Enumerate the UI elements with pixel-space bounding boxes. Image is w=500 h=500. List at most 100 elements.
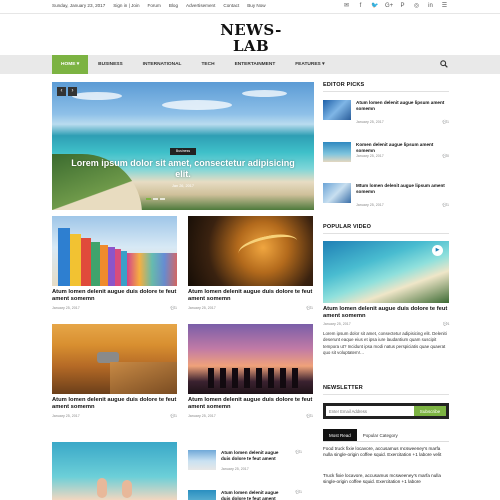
article-date: January 25, 2017 [52, 305, 80, 310]
article-card[interactable]: Atum lomen delenit augue duis dolore te … [188, 216, 313, 310]
comment-count[interactable]: 💬1 [171, 306, 177, 310]
section-heading: EDITOR PICKS [323, 82, 449, 92]
tab-most-read[interactable]: Most Read [323, 429, 357, 441]
slider-next-button[interactable]: › [68, 87, 77, 96]
slider-dot[interactable] [146, 198, 151, 200]
facebook-icon[interactable]: f [357, 2, 364, 10]
advertisement-link[interactable]: Advertisement [186, 3, 215, 8]
hut-shape [70, 234, 81, 286]
editor-pick-item[interactable]: Mtum lomen delenit augue lipsum ament so… [323, 183, 449, 213]
moai-sunset-image[interactable] [188, 324, 313, 394]
contact-link[interactable]: Contact [223, 3, 239, 8]
email-field[interactable] [326, 406, 414, 416]
post-thumbnail[interactable] [188, 490, 216, 500]
linkedin-icon[interactable]: in [427, 2, 434, 10]
nav-item-tech[interactable]: TECH [192, 55, 225, 74]
nav-item-international[interactable]: INTERNATIONAL [133, 55, 192, 74]
subscribe-button[interactable]: Subscribe [414, 406, 446, 416]
article-meta: January 25, 2017 💬1 [188, 414, 313, 418]
google-plus-icon[interactable]: G+ [385, 2, 393, 10]
comment-count[interactable]: 💬1 [307, 306, 313, 310]
site-logo[interactable]: NEWS-LAB PROFESSIONAL MAGAZINE TEMPLATE [211, 22, 291, 63]
pick-date: January 25, 2017 [356, 203, 384, 207]
comment-count[interactable]: 💬1 [296, 450, 302, 454]
article-title[interactable]: Atum lomen delenit augue duis dolore te … [52, 289, 177, 304]
newsletter-form: Subscribe [323, 403, 449, 419]
small-post[interactable]: Atum lomen delenit augue duis dolore te … [188, 490, 314, 500]
pick-title[interactable]: Mtum lomen delenit augue lipsum ament so… [356, 183, 449, 194]
pick-title[interactable]: Atum lomen delenit augue lipsum ament so… [356, 100, 449, 111]
comment-number: 0 [447, 154, 449, 158]
article-title[interactable]: Atum lomen delenit augue duis dolore te … [52, 397, 177, 412]
post-title[interactable]: Atum lomen delenit augue duis dolore te … [221, 450, 287, 461]
editor-pick-item[interactable]: Komen delenit augue lipsum ament somemn … [323, 142, 449, 172]
signin-link[interactable]: Sign in | Join [113, 3, 139, 8]
nav-item-home[interactable]: HOME ▾ [52, 55, 89, 74]
blog-link[interactable]: Blog [169, 3, 178, 8]
popular-video-section: POPULAR VIDEO [323, 224, 449, 234]
comment-count[interactable]: 💬1 [307, 414, 313, 418]
hero-title[interactable]: Lorem ipsum dolor sit amet, consectetur … [70, 158, 296, 180]
pick-thumbnail[interactable] [323, 142, 351, 162]
post-title[interactable]: Atum lomen delenit augue duis dolore te … [221, 490, 287, 500]
guitar-image[interactable] [188, 216, 313, 286]
comment-count[interactable]: 💬0 [443, 154, 449, 158]
comment-number: 1 [311, 305, 313, 310]
cloud-shape [72, 92, 122, 100]
tab-popular-category[interactable]: Popular Category [357, 429, 404, 441]
comment-count[interactable]: 💬1 [171, 414, 177, 418]
comment-number: 1 [447, 322, 450, 326]
slider-prev-button[interactable]: ‹ [57, 87, 66, 96]
twitter-icon[interactable]: 🐦 [371, 2, 378, 10]
envelope-icon[interactable]: ✉ [343, 2, 350, 10]
small-post[interactable]: Atum lomen delenit augue duis dolore te … [188, 450, 314, 477]
slider-dot[interactable] [153, 198, 158, 200]
editor-pick-item[interactable]: Atum lomen delenit augue lipsum ament so… [323, 100, 449, 130]
forum-link[interactable]: Forum [148, 3, 161, 8]
article-card[interactable]: Atum lomen delenit augue duis dolore te … [52, 216, 177, 310]
desert-car-image[interactable] [52, 324, 177, 394]
comment-count[interactable]: 💬1 [443, 322, 449, 326]
tab-post[interactable]: Food truck fixie locavore, accusamus mcs… [323, 446, 449, 458]
feet-beach-image[interactable] [52, 442, 177, 500]
play-icon[interactable]: ▶ [432, 245, 443, 256]
beach-huts-image[interactable] [52, 216, 177, 286]
article-date: January 25, 2017 [188, 305, 216, 310]
hero-slider[interactable]: ‹ › Business Lorem ipsum dolor sit amet,… [52, 82, 314, 210]
video-date: January 25, 2017 [323, 322, 351, 326]
video-title[interactable]: Atum lomen delenit augue duis dolore te … [323, 306, 449, 320]
pick-title[interactable]: Komen delenit augue lipsum ament somemn [356, 142, 449, 153]
search-icon[interactable] [440, 60, 448, 68]
post-thumbnail[interactable] [188, 450, 216, 470]
article-card[interactable]: Atum lomen delenit augue duis dolore te … [52, 324, 177, 418]
slider-arrows: ‹ › [57, 87, 77, 96]
instagram-icon[interactable]: ◎ [413, 2, 420, 10]
article-title[interactable]: Atum lomen delenit augue duis dolore te … [188, 289, 313, 304]
pick-thumbnail[interactable] [323, 100, 351, 120]
editor-picks-section: EDITOR PICKS [323, 82, 449, 92]
buy-now-link[interactable]: Buy Now [247, 3, 265, 8]
comment-number: 1 [175, 413, 177, 418]
foot-shape [97, 478, 107, 498]
hut-shape [127, 253, 177, 286]
video-thumbnail[interactable]: ▶ [323, 241, 449, 303]
rss-icon[interactable]: ☰ [441, 2, 448, 10]
nav-item-features[interactable]: FEATURES ▾ [285, 55, 334, 74]
comment-count[interactable]: 💬1 [443, 120, 449, 124]
top-bar: Sunday, January 23, 2017 Sign in | Join … [0, 0, 500, 14]
comment-count[interactable]: 💬1 [443, 203, 449, 207]
hero-category-badge[interactable]: Business [170, 148, 196, 155]
nav-item-business[interactable]: BUSINESS [88, 55, 133, 74]
article-card[interactable]: Atum lomen delenit augue duis dolore te … [188, 324, 313, 418]
section-heading: NEWSLETTER [323, 385, 449, 395]
comment-number: 1 [300, 490, 302, 494]
article-title[interactable]: Atum lomen delenit augue duis dolore te … [188, 397, 313, 412]
slider-dot[interactable] [160, 198, 165, 200]
comment-count[interactable]: 💬1 [296, 490, 302, 494]
tab-post[interactable]: Truck fixie locavore, accusamus mcsweene… [323, 473, 449, 485]
comment-number: 1 [311, 413, 313, 418]
article-date: January 25, 2017 [188, 413, 216, 418]
nav-item-entertainment[interactable]: ENTERTAINMENT [225, 55, 286, 74]
pick-thumbnail[interactable] [323, 183, 351, 203]
pinterest-icon[interactable]: P [399, 2, 406, 10]
